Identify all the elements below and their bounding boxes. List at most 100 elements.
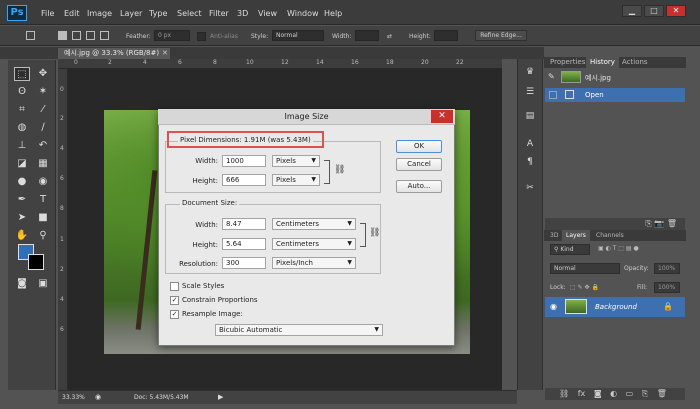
doc-width-unit-select[interactable]: Centimeters ▼ xyxy=(272,218,356,230)
new-selection-icon[interactable] xyxy=(58,31,67,40)
pixel-width-input[interactable]: 1000 xyxy=(222,155,266,167)
fx-icon[interactable]: fx xyxy=(572,389,586,398)
layer-filter-icons[interactable]: ▣ ◐ T ⬚ ▤ ● xyxy=(598,245,639,252)
blend-mode-select[interactable]: Normal xyxy=(550,263,620,274)
eraser-tool-icon[interactable]: ◪ xyxy=(14,157,30,171)
menu-edit[interactable]: Edit xyxy=(64,9,80,18)
status-menu-arrow-icon[interactable]: ▶ xyxy=(218,393,223,401)
adjustment-layer-icon[interactable]: ◐ xyxy=(604,389,617,398)
blur-tool-icon[interactable]: ● xyxy=(14,175,30,189)
constrain-proportions-checkbox[interactable]: ✓ xyxy=(170,296,179,305)
pen-tool-icon[interactable]: ✒ xyxy=(14,193,30,207)
minimize-button[interactable]: ▁ xyxy=(622,5,642,17)
width-input[interactable] xyxy=(355,30,379,41)
tab-history[interactable]: History xyxy=(586,57,619,68)
tab-actions[interactable]: Actions xyxy=(618,57,652,68)
layer-filter-kind[interactable]: ⚲ Kind xyxy=(550,244,590,255)
constrain-proportions-label[interactable]: Constrain Proportions xyxy=(182,296,258,304)
eye-icon[interactable]: ◉ xyxy=(550,302,557,311)
doc-height-unit-select[interactable]: Centimeters ▼ xyxy=(272,238,356,250)
quick-mask-icon[interactable]: ◙ xyxy=(14,277,30,291)
dialog-close-button[interactable]: ✕ xyxy=(431,110,453,123)
hand-tool-icon[interactable]: ✋ xyxy=(14,229,30,243)
dodge-tool-icon[interactable]: ◉ xyxy=(35,175,51,189)
lasso-tool-icon[interactable]: ʘ xyxy=(14,85,30,99)
height-input[interactable] xyxy=(434,30,458,41)
history-brush-icon[interactable]: ↶ xyxy=(35,139,51,153)
history-snapshot-row[interactable]: ✎ 예시.jpg xyxy=(545,70,685,84)
fill-input[interactable]: 100% xyxy=(654,282,680,293)
new-document-from-state-icon[interactable]: ⎘ xyxy=(645,219,651,228)
scale-styles-label[interactable]: Scale Styles xyxy=(182,282,224,290)
add-mask-icon[interactable]: ◙ xyxy=(588,389,602,398)
menu-type[interactable]: Type xyxy=(149,9,167,18)
doc-width-input[interactable]: 8.47 xyxy=(222,218,266,230)
auto-button[interactable]: Auto... xyxy=(396,180,442,193)
eyedropper-icon[interactable]: ⁄ xyxy=(35,103,51,117)
resolution-input[interactable]: 300 xyxy=(222,257,266,269)
tab-channels[interactable]: Channels xyxy=(592,230,628,241)
doc-height-input[interactable]: 5.64 xyxy=(222,238,266,250)
magic-wand-icon[interactable]: ✶ xyxy=(35,85,51,99)
maximize-button[interactable]: □ xyxy=(644,5,664,17)
healing-brush-icon[interactable]: ◍ xyxy=(14,121,30,135)
layer-row[interactable]: ◉ Background 🔒 xyxy=(545,297,685,317)
marquee-tool-icon[interactable]: ⬚ xyxy=(14,67,30,81)
resample-image-label[interactable]: Resample Image: xyxy=(182,310,243,318)
trash-icon[interactable]: 🗑 xyxy=(651,389,667,398)
history-panel-icon[interactable]: ♛ xyxy=(523,66,537,78)
new-layer-icon[interactable]: ⎘ xyxy=(636,389,648,398)
paragraph-icon[interactable]: ¶ xyxy=(523,156,537,168)
history-step-row[interactable]: Open xyxy=(545,88,685,102)
tab-layers[interactable]: Layers xyxy=(562,230,590,241)
swap-icon[interactable]: ⇄ xyxy=(387,33,392,40)
menu-window[interactable]: Window xyxy=(287,9,319,18)
stamp-tool-icon[interactable]: ⊥ xyxy=(14,139,30,153)
resample-image-checkbox[interactable]: ✓ xyxy=(170,310,179,319)
move-tool-icon[interactable]: ✥ xyxy=(35,67,51,81)
marquee-preset-icon[interactable] xyxy=(26,31,35,40)
character-icon[interactable]: A xyxy=(523,138,537,150)
link-layers-icon[interactable]: ⛓ xyxy=(545,389,569,398)
status-info-icon[interactable]: ◉ xyxy=(95,393,101,401)
menu-view[interactable]: View xyxy=(258,9,277,18)
pixel-width-unit-select[interactable]: Pixels ▼ xyxy=(272,155,320,167)
refine-edge-button[interactable]: Refine Edge... xyxy=(475,30,527,41)
menu-select[interactable]: Select xyxy=(177,9,202,18)
tab-properties[interactable]: Properties xyxy=(546,57,589,68)
gradient-tool-icon[interactable]: ▦ xyxy=(35,157,51,171)
screen-mode-icon[interactable]: ▣ xyxy=(35,277,51,291)
antialias-checkbox[interactable] xyxy=(197,32,206,41)
add-selection-icon[interactable] xyxy=(72,31,81,40)
tools-preset-icon[interactable]: ✂ xyxy=(523,182,537,194)
menu-file[interactable]: File xyxy=(41,9,54,18)
pixel-height-unit-select[interactable]: Pixels ▼ xyxy=(272,174,320,186)
path-select-icon[interactable]: ➤ xyxy=(14,211,30,225)
feather-input[interactable]: 0 px xyxy=(154,30,190,41)
tab-3d[interactable]: 3D xyxy=(546,230,562,241)
pixel-height-input[interactable]: 666 xyxy=(222,174,266,186)
document-tab[interactable]: 예시.jpg @ 33.3% (RGB/8#) xyxy=(58,48,170,59)
properties-icon[interactable]: ▤ xyxy=(523,110,537,122)
intersect-selection-icon[interactable] xyxy=(100,31,109,40)
snapshot-camera-icon[interactable]: 📷 xyxy=(654,219,664,228)
adjustments-icon[interactable]: ☰ xyxy=(523,86,537,98)
subtract-selection-icon[interactable] xyxy=(86,31,95,40)
ok-button[interactable]: OK xyxy=(396,140,442,153)
menu-3d[interactable]: 3D xyxy=(237,9,248,18)
scale-styles-checkbox[interactable] xyxy=(170,282,179,291)
zoom-tool-icon[interactable]: ⚲ xyxy=(35,229,51,243)
close-tab-icon[interactable]: ✕ xyxy=(162,49,168,57)
opacity-input[interactable]: 100% xyxy=(654,263,680,274)
history-brush-source-icon[interactable]: ✎ xyxy=(548,72,555,81)
crop-tool-icon[interactable]: ⌗ xyxy=(14,103,30,117)
brush-tool-icon[interactable]: ∕ xyxy=(35,121,51,135)
menu-layer[interactable]: Layer xyxy=(120,9,142,18)
style-select[interactable]: Normal xyxy=(272,30,324,41)
shape-tool-icon[interactable]: ■ xyxy=(35,211,51,225)
history-step-checkbox[interactable] xyxy=(549,91,557,99)
zoom-level[interactable]: 33.33% xyxy=(62,394,85,401)
menu-image[interactable]: Image xyxy=(87,9,112,18)
cancel-button[interactable]: Cancel xyxy=(396,158,442,171)
group-folder-icon[interactable]: ▭ xyxy=(620,389,634,398)
